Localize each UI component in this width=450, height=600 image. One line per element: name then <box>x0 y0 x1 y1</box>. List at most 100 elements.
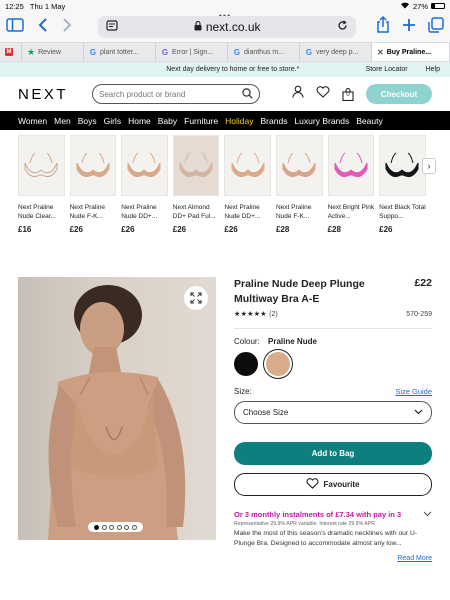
new-tab-icon[interactable] <box>402 18 416 37</box>
product-image[interactable] <box>18 277 216 540</box>
product-thumbnail[interactable] <box>69 135 117 196</box>
nav-furniture[interactable]: Furniture <box>184 116 218 126</box>
pagination-dot[interactable] <box>131 524 137 530</box>
carousel-product-name[interactable]: Next Bright Pink Active... <box>328 204 375 222</box>
address-bar[interactable]: next.co.uk <box>98 16 356 38</box>
carousel-next-icon[interactable]: › <box>422 158 436 174</box>
nav-baby[interactable]: Baby <box>158 116 177 126</box>
tab-very-deep[interactable]: G very deep p... <box>300 43 372 61</box>
carousel-product-name[interactable]: Next Praline Nude F-K... <box>276 204 323 222</box>
heart-icon[interactable] <box>316 85 330 103</box>
pagination-dot[interactable] <box>94 524 100 530</box>
tab-buy-praline[interactable]: ✕ Buy Praline... <box>372 43 450 61</box>
status-date: Thu 1 May <box>29 1 66 11</box>
product-title: Praline Nude Deep Plunge Multiway Bra A-… <box>234 278 365 305</box>
tab-pinned[interactable]: M <box>0 43 22 61</box>
carousel-product-name[interactable]: Next Almond DD+ Pad Ful... <box>173 204 220 222</box>
tabs-overview-icon[interactable] <box>428 16 444 38</box>
reload-icon[interactable] <box>337 20 348 34</box>
add-to-bag-button[interactable]: Add to Bag <box>234 442 432 465</box>
search-input[interactable]: Search product or brand <box>92 84 260 104</box>
klarna-text: Or 3 monthly instalments of £7.34 with p… <box>234 510 402 519</box>
size-select[interactable]: Choose Size <box>234 401 432 424</box>
carousel-product-name[interactable]: Next Praline Nude DD+... <box>121 204 168 222</box>
sidebar-icon[interactable] <box>6 18 24 36</box>
product-details: Praline Nude Deep Plunge Multiway Bra A-… <box>234 277 432 562</box>
bra-image <box>127 152 161 177</box>
nav-beauty[interactable]: Beauty <box>356 116 382 126</box>
nav-brands[interactable]: Brands <box>261 116 288 126</box>
related-products-carousel: Next Praline Nude Clear... £16 Next Pralin… <box>0 130 450 248</box>
tab-plant-totter[interactable]: G plant totter... <box>84 43 156 61</box>
back-icon[interactable] <box>38 18 48 36</box>
carousel-product[interactable]: Next Bright Pink Active... £28 <box>327 135 375 248</box>
nav-luxury-brands[interactable]: Luxury Brands <box>294 116 349 126</box>
carousel-product-name[interactable]: Next Praline Nude Clear... <box>18 204 65 222</box>
heart-icon <box>306 478 319 491</box>
carousel-product[interactable]: Next Praline Nude DD+... £26 <box>121 135 168 248</box>
category-nav: Women Men Boys Girls Home Baby Furniture… <box>0 111 450 130</box>
share-icon[interactable] <box>376 15 390 38</box>
search-icon[interactable] <box>242 87 253 101</box>
tab-label: Buy Praline... <box>386 48 432 56</box>
product-thumbnail[interactable] <box>121 135 168 196</box>
nav-holiday[interactable]: Holiday <box>225 116 253 126</box>
tab-label: Review <box>38 48 62 56</box>
review-count: (2) <box>269 311 278 318</box>
nav-girls[interactable]: Girls <box>104 116 121 126</box>
product-code: 570-259 <box>406 310 432 318</box>
rating[interactable]: ★★★★★ (2) <box>234 310 278 318</box>
bag-icon[interactable]: 0 <box>342 87 354 101</box>
carousel-product-name[interactable]: Next Praline Nude DD+... <box>224 204 271 222</box>
product-thumbnail[interactable] <box>379 135 426 196</box>
close-icon[interactable]: ✕ <box>377 48 384 57</box>
store-locator-link[interactable]: Store Locator <box>366 66 408 73</box>
swatch-praline-nude[interactable] <box>266 352 290 376</box>
nav-home[interactable]: Home <box>128 116 151 126</box>
carousel-product-name[interactable]: Next Praline Nude F-K... <box>70 204 117 222</box>
colour-value: Praline Nude <box>268 337 317 346</box>
reader-icon[interactable] <box>106 20 118 34</box>
read-more-link[interactable]: Read More <box>234 555 432 562</box>
bra-image <box>334 152 368 177</box>
star-icon: ★ <box>27 46 36 57</box>
rating-stars-icon: ★★★★★ <box>234 311 270 318</box>
carousel-product[interactable]: Next Praline Nude F-K... £28 <box>275 135 323 248</box>
swatch-black[interactable] <box>234 352 258 376</box>
pagination-dot[interactable] <box>101 524 107 530</box>
pagination-dot[interactable] <box>109 524 115 530</box>
carousel-product[interactable]: Next Black Total Suppo... £26 <box>379 135 426 248</box>
tab-strip: M ★ Review G plant totter... G Error | S… <box>0 42 450 62</box>
nav-boys[interactable]: Boys <box>78 116 97 126</box>
tab-review[interactable]: ★ Review <box>22 43 84 61</box>
search-placeholder: Search product or brand <box>99 89 186 99</box>
expand-icon[interactable] <box>184 286 208 310</box>
product-thumbnail[interactable] <box>18 135 65 196</box>
checkout-button[interactable]: Checkout <box>366 84 432 104</box>
product-thumbnail[interactable] <box>275 135 323 196</box>
tab-error-sign[interactable]: G Error | Sign... <box>156 43 228 61</box>
carousel-product[interactable]: Next Almond DD+ Pad Ful... £26 <box>172 135 220 248</box>
size-label: Size: <box>234 387 252 396</box>
size-guide-link[interactable]: Size Guide <box>395 387 432 396</box>
account-icon[interactable] <box>292 85 304 103</box>
product-thumbnail[interactable] <box>327 135 375 196</box>
tab-dianthus[interactable]: G dianthus m... <box>228 43 300 61</box>
product-thumbnail[interactable] <box>172 135 220 196</box>
pagination-dot[interactable] <box>116 524 122 530</box>
lock-icon <box>194 20 205 34</box>
carousel-product[interactable]: Next Praline Nude F-K... £26 <box>69 135 117 248</box>
carousel-product-name[interactable]: Next Black Total Suppo... <box>379 204 426 222</box>
help-link[interactable]: Help <box>426 66 440 73</box>
nav-women[interactable]: Women <box>18 116 47 126</box>
tab-label: plant totter... <box>100 48 139 56</box>
nav-men[interactable]: Men <box>54 116 71 126</box>
forward-icon[interactable] <box>62 18 72 36</box>
klarna-banner[interactable]: Or 3 monthly instalments of £7.34 with p… <box>234 509 432 520</box>
carousel-product[interactable]: Next Praline Nude Clear... £16 <box>18 135 65 248</box>
next-logo[interactable]: NEXT <box>18 86 80 103</box>
favourite-button[interactable]: Favourite <box>234 473 432 496</box>
product-thumbnail[interactable] <box>224 135 271 196</box>
carousel-product[interactable]: Next Praline Nude DD+... £26 <box>224 135 271 248</box>
pagination-dot[interactable] <box>124 524 130 530</box>
